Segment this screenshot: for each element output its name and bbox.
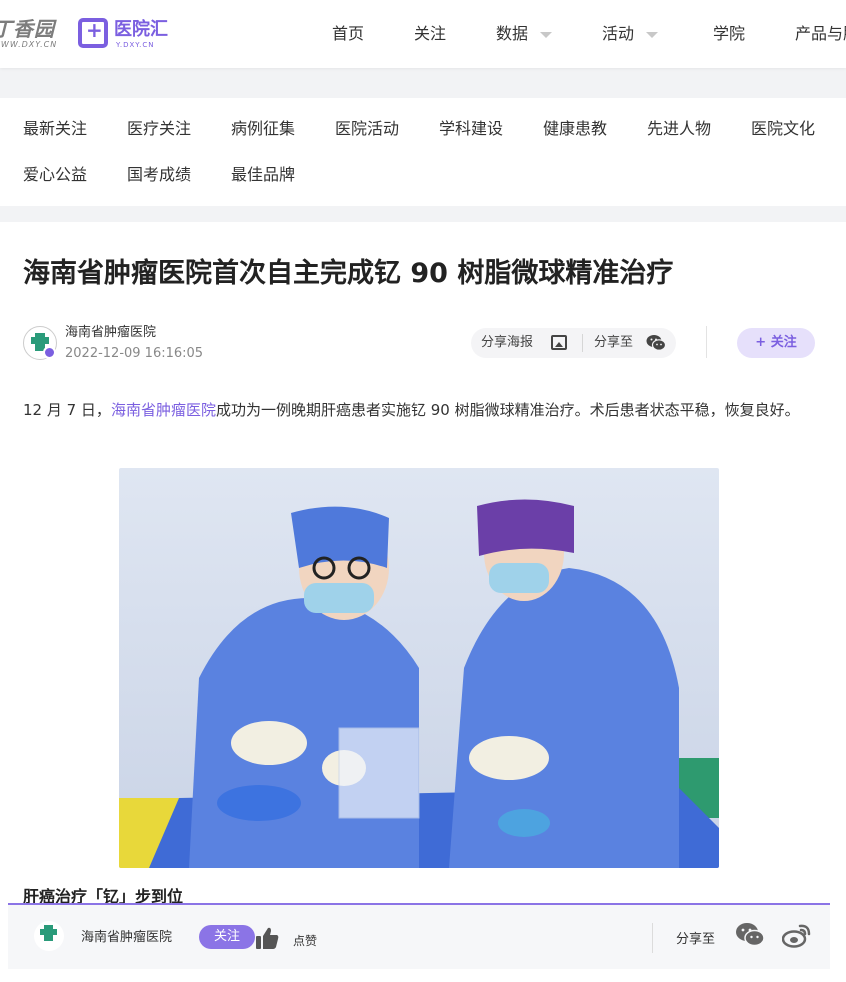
share-poster-button[interactable]: 分享海报 <box>481 334 533 352</box>
article-title: 海南省肿瘤医院首次自主完成钇 90 树脂微球精准治疗 <box>23 258 674 289</box>
hospital-logo-icon <box>40 925 57 941</box>
author-name[interactable]: 海南省肿瘤医院 <box>65 324 156 342</box>
dxy-logo-text: 丁香园 <box>0 17 55 41</box>
category-best-brand[interactable]: 最佳品牌 <box>231 164 295 186</box>
bottom-action-bar: 海南省肿瘤医院 关注 点赞 分享至 <box>8 903 830 969</box>
chevron-down-icon <box>646 31 659 38</box>
hospital-hub-logo-icon <box>78 18 108 48</box>
follow-button[interactable]: 关注 <box>199 925 255 949</box>
divider <box>582 334 583 352</box>
paragraph-text: 12 月 7 日， <box>23 401 111 419</box>
weibo-icon[interactable] <box>782 922 812 948</box>
nav-products[interactable]: 产品与服务 <box>795 22 846 46</box>
hospital-hub-logo-sub: Y.DXY.CN <box>116 41 155 49</box>
share-to-label: 分享至 <box>594 335 634 350</box>
image-icon[interactable] <box>551 335 567 350</box>
category-charity[interactable]: 爱心公益 <box>23 164 87 186</box>
category-latest[interactable]: 最新关注 <box>23 118 87 140</box>
category-exam-results[interactable]: 国考成绩 <box>127 164 191 186</box>
category-panel: 最新关注 医疗关注 病例征集 医院活动 学科建设 健康患教 先进人物 医院文化 … <box>0 98 846 206</box>
nav-activities-label: 活动 <box>602 24 635 43</box>
category-discipline[interactable]: 学科建设 <box>439 118 503 140</box>
category-cases[interactable]: 病例征集 <box>231 118 295 140</box>
category-people[interactable]: 先进人物 <box>647 118 711 140</box>
author-name[interactable]: 海南省肿瘤医院 <box>81 929 172 947</box>
author-avatar[interactable] <box>34 921 64 951</box>
share-pill: 分享海报 分享至 <box>471 328 676 358</box>
nav-data-label: 数据 <box>496 24 529 43</box>
nav-academy[interactable]: 学院 <box>713 22 745 46</box>
share-to-label: 分享至 <box>676 932 716 947</box>
dxy-logo[interactable]: 丁香园 WWW.DXY.CN <box>0 18 57 50</box>
article-photo <box>119 468 719 868</box>
paragraph-text: 成功为一例晚期肝癌患者实施钇 90 树脂微球精准治疗。术后患者状态平稳，恢复良好… <box>215 401 800 419</box>
nav-activities[interactable]: 活动 <box>602 22 659 46</box>
nav-follow[interactable]: 关注 <box>414 22 446 46</box>
hospital-link[interactable]: 海南省肿瘤医院 <box>111 401 216 419</box>
verified-badge-icon <box>43 346 56 359</box>
like-label[interactable]: 点赞 <box>293 933 317 949</box>
article-paragraph: 12 月 7 日，海南省肿瘤医院成功为一例晚期肝癌患者实施钇 90 树脂微球精准… <box>23 396 823 424</box>
category-health-education[interactable]: 健康患教 <box>543 118 607 140</box>
divider <box>706 326 707 358</box>
thumbs-up-icon[interactable] <box>254 925 280 951</box>
nav-data[interactable]: 数据 <box>496 22 553 46</box>
nav-home[interactable]: 首页 <box>332 22 364 46</box>
wechat-icon[interactable] <box>735 922 765 948</box>
category-medical[interactable]: 医疗关注 <box>127 118 191 140</box>
top-navigation: 丁香园 WWW.DXY.CN 医院汇 Y.DXY.CN 首页 关注 数据 活动 … <box>0 0 846 68</box>
category-activities[interactable]: 医院活动 <box>335 118 399 140</box>
divider <box>652 923 653 953</box>
publish-date: 2022-12-09 16:16:05 <box>65 346 204 361</box>
wechat-icon[interactable] <box>646 334 666 352</box>
follow-button[interactable]: + 关注 <box>737 328 815 358</box>
article: 海南省肿瘤医院首次自主完成钇 90 树脂微球精准治疗 海南省肿瘤医院 2022-… <box>0 222 846 982</box>
category-culture[interactable]: 医院文化 <box>751 118 815 140</box>
hospital-hub-logo-text: 医院汇 <box>114 19 168 40</box>
dxy-logo-sub: WWW.DXY.CN <box>0 40 58 49</box>
chevron-down-icon <box>540 31 553 38</box>
